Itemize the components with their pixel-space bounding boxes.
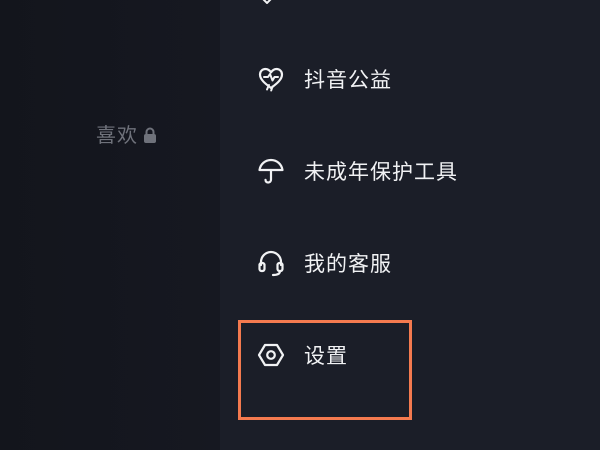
hexagon-gear-icon: [256, 340, 286, 370]
menu-item-minor-protection[interactable]: 未成年保护工具: [256, 151, 458, 191]
likes-tab-label: 喜欢: [96, 123, 138, 147]
menu-item-settings[interactable]: 设置: [256, 335, 348, 375]
headset-icon: [256, 248, 286, 278]
heart-pulse-icon: [256, 64, 286, 94]
menu-item-customer-service[interactable]: 我的客服: [256, 243, 392, 283]
menu-item-partial-icon: [262, 0, 272, 4]
menu-item-charity[interactable]: 抖音公益: [256, 59, 392, 99]
profile-background-panel: 喜欢: [0, 0, 220, 450]
menu-item-label: 未成年保护工具: [304, 160, 458, 184]
side-menu-drawer: 抖音公益 未成年保护工具 我的客服 设置: [220, 0, 600, 450]
lock-icon: [143, 127, 157, 144]
menu-item-label: 抖音公益: [304, 68, 392, 92]
likes-tab[interactable]: 喜欢: [96, 121, 157, 149]
umbrella-icon: [256, 156, 286, 186]
menu-item-label: 设置: [304, 344, 348, 368]
menu-item-label: 我的客服: [304, 252, 392, 276]
